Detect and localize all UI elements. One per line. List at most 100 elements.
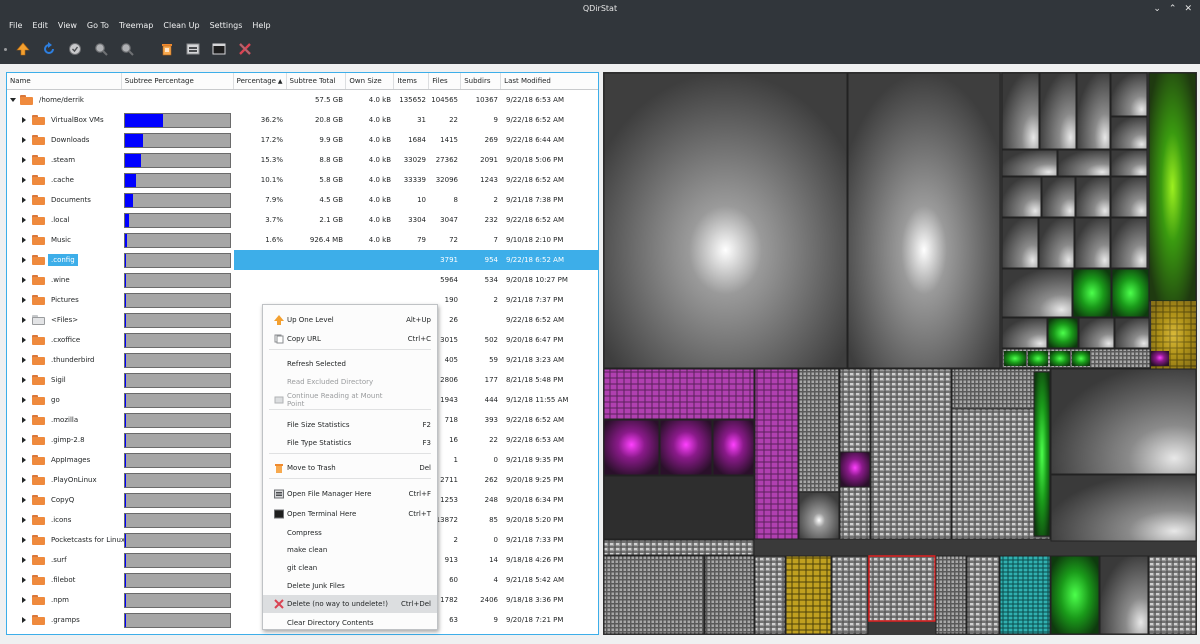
context-menu-item-refresh-selected[interactable]: Refresh Selected [263, 355, 437, 373]
subtree-percentage-bar [124, 572, 231, 588]
subtree-total-cell: 2.1 GB [319, 216, 343, 224]
treemap-block-downloads[interactable] [603, 368, 871, 540]
expand-right-icon[interactable] [22, 277, 26, 283]
context-menu-item-delete-junk-files[interactable]: Delete Junk Files [263, 577, 437, 595]
expand-right-icon[interactable] [22, 177, 26, 183]
expand-right-icon[interactable] [22, 397, 26, 403]
context-menu-item-clear-directory-contents[interactable]: Clear Directory Contents [263, 614, 437, 632]
expand-right-icon[interactable] [22, 417, 26, 423]
treemap[interactable] [603, 72, 1197, 635]
col-subtree-total[interactable]: Subtree Total [287, 73, 347, 89]
expand-right-icon[interactable] [22, 517, 26, 523]
context-menu-item-move-to-trash[interactable]: Move to Trash Del [263, 459, 437, 477]
tree-row[interactable]: /home/derrik 57.5 GB 4.0 kB 135652 10456… [7, 90, 598, 110]
treemap-canvas[interactable] [603, 72, 1197, 635]
close-icon[interactable]: ✕ [1184, 0, 1192, 18]
expand-right-icon[interactable] [22, 257, 26, 263]
zoom-out-icon[interactable] [117, 39, 137, 59]
go-up-icon[interactable] [13, 39, 33, 59]
col-own-size[interactable]: Own Size [346, 73, 395, 89]
tree-row[interactable]: .wine 5964 534 9/20/18 10:27 PM [7, 270, 598, 290]
subtree-percentage-cell [122, 150, 234, 170]
expand-right-icon[interactable] [22, 237, 26, 243]
col-name[interactable]: Name [7, 73, 122, 89]
context-menu-item-git-clean[interactable]: git clean [263, 559, 437, 577]
treemap-block-cache[interactable] [1050, 368, 1197, 542]
expand-right-icon[interactable] [22, 357, 26, 363]
treemap-block-documents[interactable] [1001, 72, 1148, 269]
context-menu-item-delete-no-way-to-undelete[interactable]: Delete (no way to undelete!) Ctrl+Del [263, 595, 437, 613]
row-name: .cxoffice [51, 336, 81, 344]
expand-down-icon[interactable] [10, 98, 16, 102]
menu-settings[interactable]: Settings [205, 18, 248, 34]
context-menu-item-copy-url[interactable]: Copy URL Ctrl+C [263, 330, 437, 348]
context-menu-item-make-clean[interactable]: make clean [263, 541, 437, 559]
zoom-in-icon[interactable] [91, 39, 111, 59]
expand-right-icon[interactable] [22, 377, 26, 383]
trash-icon[interactable] [157, 39, 177, 59]
treemap-block-steam[interactable] [870, 368, 1051, 540]
col-percentage[interactable]: Percentage ▲ [234, 73, 287, 89]
expand-right-icon[interactable] [22, 217, 26, 223]
col-items[interactable]: Items [394, 73, 430, 89]
expand-right-icon[interactable] [22, 117, 26, 123]
expand-right-icon[interactable] [22, 617, 26, 623]
tree-row[interactable]: .local 3.7% 2.1 GB 4.0 kB 3304 3047 232 … [7, 210, 598, 230]
col-files[interactable]: Files [429, 73, 462, 89]
refresh-icon[interactable] [39, 39, 59, 59]
expand-right-icon[interactable] [22, 557, 26, 563]
expand-right-icon[interactable] [22, 597, 26, 603]
tree-row[interactable]: VirtualBox VMs 36.2% 20.8 GB 4.0 kB 31 2… [7, 110, 598, 130]
menu-view[interactable]: View [53, 18, 82, 34]
expand-right-icon[interactable] [22, 137, 26, 143]
expand-right-icon[interactable] [22, 197, 26, 203]
expand-right-icon[interactable] [22, 497, 26, 503]
maximize-icon[interactable]: ⌃ [1169, 0, 1177, 18]
col-subtree-percentage[interactable]: Subtree Percentage [122, 73, 234, 89]
treemap-block-music[interactable] [1001, 268, 1169, 369]
folder-icon [20, 95, 33, 105]
menu-item-label: File Type Statistics [287, 439, 352, 447]
subdirs-cell: 7 [493, 236, 498, 244]
expand-right-icon[interactable] [22, 577, 26, 583]
col-last-modified[interactable]: Last Modified [501, 73, 598, 89]
menu-treemap[interactable]: Treemap [114, 18, 158, 34]
row-name: .filebot [51, 576, 76, 584]
tree-row[interactable]: Documents 7.9% 4.5 GB 4.0 kB 10 8 2 9/21… [7, 190, 598, 210]
context-menu-item-open-file-manager-here[interactable]: Open File Manager Here Ctrl+F [263, 485, 437, 503]
items-cell: 3304 [408, 216, 426, 224]
stop-icon[interactable] [65, 39, 85, 59]
file-manager-icon[interactable] [183, 39, 203, 59]
delete-icon[interactable] [235, 39, 255, 59]
expand-right-icon[interactable] [22, 297, 26, 303]
tree-row[interactable]: Downloads 17.2% 9.9 GB 4.0 kB 1684 1415 … [7, 130, 598, 150]
tree-row[interactable]: .cache 10.1% 5.8 GB 4.0 kB 33339 32096 1… [7, 170, 598, 190]
subdirs-cell: 2 [493, 196, 498, 204]
minimize-icon[interactable]: ⌄ [1153, 0, 1161, 18]
expand-right-icon[interactable] [22, 457, 26, 463]
tree-row[interactable]: .config 3791 954 9/22/18 6:52 AM [7, 250, 598, 270]
col-subdirs[interactable]: Subdirs [461, 73, 502, 89]
tree-row[interactable]: .steam 15.3% 8.8 GB 4.0 kB 33029 27362 2… [7, 150, 598, 170]
treemap-block-virtualbox-vms[interactable] [603, 72, 1001, 369]
context-menu-item-file-size-statistics[interactable]: File Size Statistics F2 [263, 416, 437, 434]
expand-right-icon[interactable] [22, 157, 26, 163]
context-menu-item-compress[interactable]: Compress [263, 524, 437, 542]
expand-right-icon[interactable] [22, 537, 26, 543]
context-menu-item-file-type-statistics[interactable]: File Type Statistics F3 [263, 434, 437, 452]
menu-go-to[interactable]: Go To [82, 18, 114, 34]
expand-right-icon[interactable] [22, 337, 26, 343]
menu-help[interactable]: Help [247, 18, 275, 34]
context-menu-item-open-terminal-here[interactable]: Open Terminal Here Ctrl+T [263, 505, 437, 523]
expand-right-icon[interactable] [22, 317, 26, 323]
context-menu-item-up-one-level[interactable]: Up One Level Alt+Up [263, 311, 437, 329]
terminal-icon[interactable] [209, 39, 229, 59]
tree-row[interactable]: Music 1.6% 926.4 MB 4.0 kB 79 72 7 9/10/… [7, 230, 598, 250]
menu-clean-up[interactable]: Clean Up [158, 18, 204, 34]
treemap-selected-config[interactable] [868, 555, 936, 622]
expand-right-icon[interactable] [22, 477, 26, 483]
expand-right-icon[interactable] [22, 437, 26, 443]
menu-file[interactable]: File [4, 18, 27, 34]
menu-edit[interactable]: Edit [27, 18, 53, 34]
treemap-block-local[interactable] [1148, 72, 1197, 370]
